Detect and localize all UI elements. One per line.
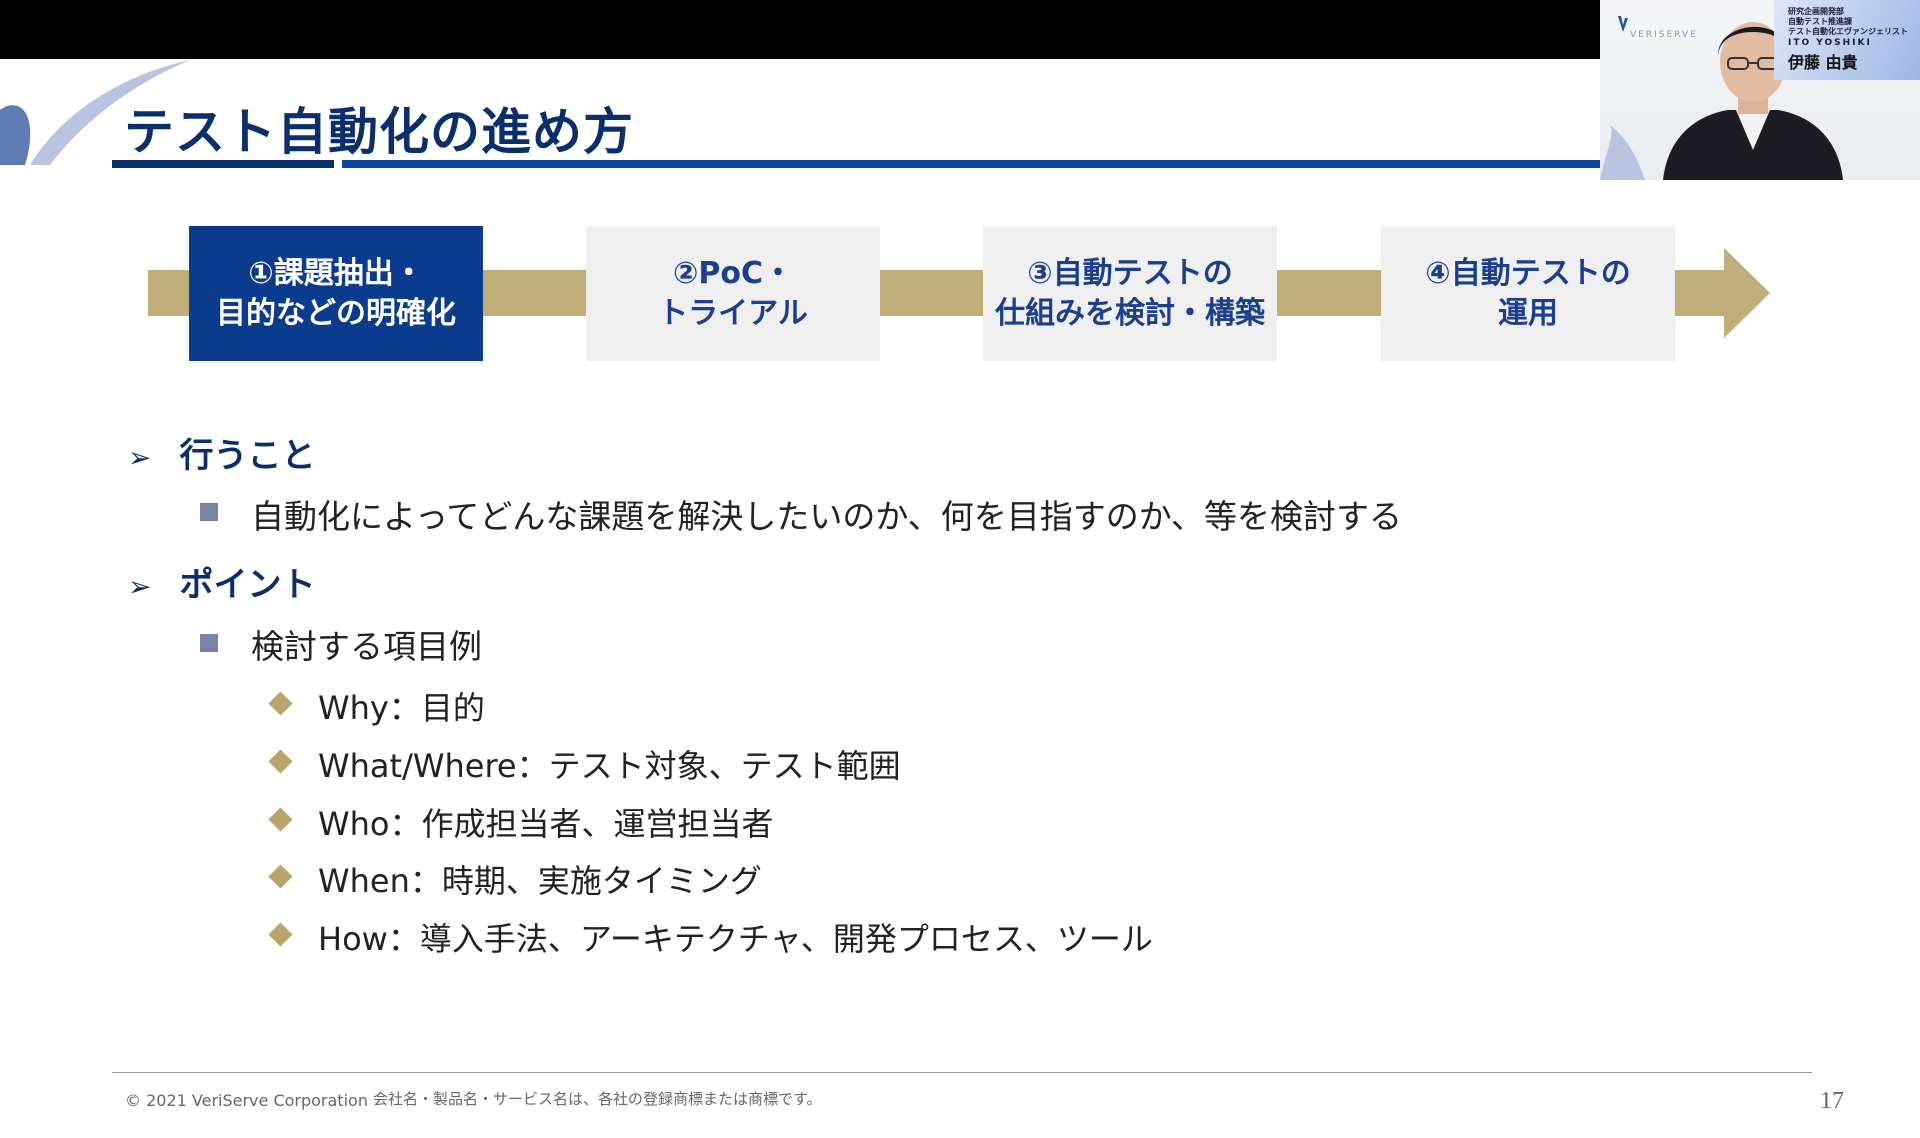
step-2-line1: ②PoC・ (672, 255, 793, 291)
step-4-line1: ④自動テストの (1425, 255, 1631, 291)
diamond-bullet-icon (268, 749, 293, 774)
step-4-box: ④自動テストの 運用 (1381, 226, 1675, 361)
heading-points-label: ポイント (179, 565, 316, 605)
arrow-bullet-icon: ➢ (128, 570, 152, 603)
title-underline-dark (112, 160, 334, 168)
step-2-box: ②PoC・ トライアル (586, 226, 880, 361)
arrow-bullet-icon: ➢ (128, 441, 152, 474)
point-when: When：時期、実施タイミング (318, 862, 762, 900)
point-who: Who：作成担当者、運営担当者 (318, 805, 774, 843)
video-top-bar (0, 0, 1600, 59)
points-sub: 検討する項目例 (251, 627, 482, 666)
step-2-line2: トライアル (658, 295, 808, 331)
square-bullet-icon (200, 503, 218, 521)
heading-todo-label: 行うこと (179, 436, 316, 476)
todo-item: 自動化によってどんな課題を解決したいのか、何を目指すのか、等を検討する (251, 497, 1403, 536)
namecard-role: テスト自動化エヴァンジェリスト (1788, 27, 1908, 36)
step-3-line2: 仕組みを検討・構築 (995, 295, 1265, 331)
heading-todo: ➢ 行うこと (128, 428, 315, 477)
step-1-line2: 目的などの明確化 (216, 295, 456, 331)
presenter-namecard: 研究企画開発部 自動テスト推進課 テスト自動化エヴァンジェリスト ITO YOS… (1774, 0, 1920, 80)
footer-divider (112, 1072, 1812, 1073)
point-how: How：導入手法、アーキテクチャ、開発プロセス、ツール (318, 920, 1153, 958)
step-3-line1: ③自動テストの (1027, 255, 1233, 291)
title-underline-blue (342, 160, 1600, 168)
namecard-name-en: ITO YOSHIKI (1788, 38, 1872, 48)
process-arrow-head (1724, 248, 1770, 338)
step-4-line2: 運用 (1498, 295, 1558, 331)
webcam-overlay: VERISERVE 研究企画開発部 自動テスト推進課 テスト自動化エヴァンジェリ… (1600, 0, 1920, 180)
diamond-bullet-icon (268, 922, 293, 947)
diamond-bullet-icon (268, 807, 293, 832)
namecard-name-jp: 伊藤 由貴 (1788, 53, 1858, 72)
heading-points: ➢ ポイント (128, 557, 315, 606)
veriserve-logo-icon (1618, 16, 1628, 32)
step-1-line1: ①課題抽出・ (248, 255, 424, 291)
footer-copyright: © 2021 VeriServe Corporation (125, 1091, 368, 1110)
webcam-swoosh (1600, 125, 1645, 180)
diamond-bullet-icon (268, 864, 293, 889)
diamond-bullet-icon (268, 691, 293, 716)
step-3-box: ③自動テストの 仕組みを検討・構築 (983, 226, 1277, 361)
page-number: 17 (1820, 1088, 1844, 1114)
square-bullet-icon (200, 634, 218, 652)
point-what-where: What/Where：テスト対象、テスト範囲 (318, 747, 901, 785)
step-1-box: ①課題抽出・ 目的などの明確化 (189, 226, 483, 361)
footer-trademark-notice: 会社名・製品名・サービス名は、各社の登録商標または商標です。 (373, 1090, 822, 1108)
slide-title: テスト自動化の進め方 (124, 103, 634, 161)
point-why: Why：目的 (318, 689, 485, 727)
